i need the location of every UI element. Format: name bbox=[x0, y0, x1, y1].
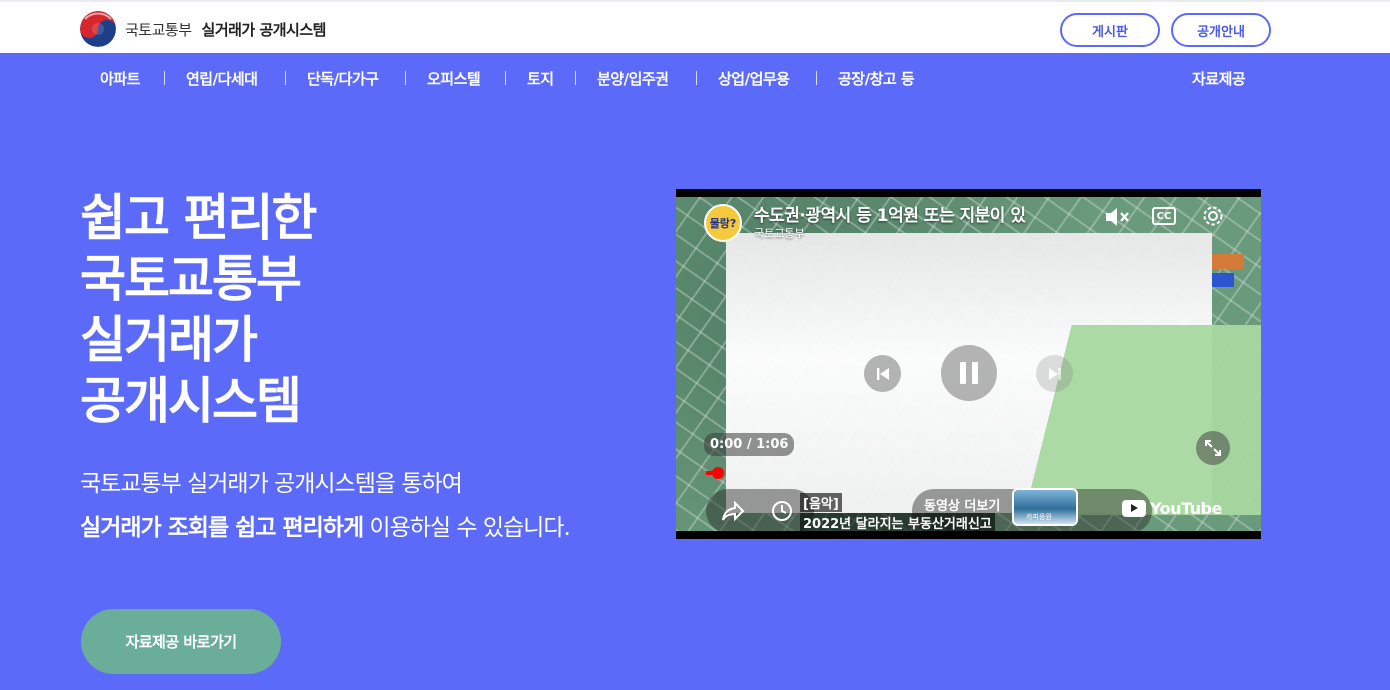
channel-avatar[interactable]: 물랑? bbox=[704, 204, 742, 242]
youtube-wordmark: YouTube bbox=[1150, 499, 1222, 518]
previous-button[interactable] bbox=[864, 355, 901, 392]
nav-item-factory[interactable]: 공장/창고 등 bbox=[838, 68, 915, 89]
share-icon[interactable] bbox=[720, 499, 746, 523]
caption-line-1: [음악] bbox=[800, 493, 842, 512]
settings-gear-icon[interactable] bbox=[1200, 203, 1226, 229]
nav-divider bbox=[575, 71, 576, 85]
progress-scrubber-handle[interactable] bbox=[712, 467, 724, 479]
hero-desc-line2: 실거래가 조회를 쉽고 편리하게 이용하실 수 있습니다. bbox=[80, 506, 571, 550]
related-video-thumbnail[interactable]: 카피응원 bbox=[1012, 488, 1078, 526]
cc-icon[interactable]: CC bbox=[1152, 207, 1176, 225]
video-blue-block bbox=[1212, 273, 1234, 287]
nav-item-rowhouse[interactable]: 연립/다세대 bbox=[186, 68, 258, 89]
nav-divider bbox=[696, 71, 697, 85]
time-display: 0:00 / 1:06 bbox=[704, 433, 795, 456]
video-orange-block bbox=[1212, 254, 1244, 269]
nav-item-officetel[interactable]: 오피스텔 bbox=[427, 68, 481, 89]
main-nav: 아파트 연립/다세대 단독/다가구 오피스텔 토지 분양/입주권 상업/업무용 … bbox=[0, 53, 1390, 101]
youtube-logo-icon[interactable]: YouTube bbox=[1122, 499, 1222, 518]
hero-desc-emphasis: 실거래가 조회를 쉽고 편리하게 bbox=[80, 515, 364, 541]
taegeuk-emblem-icon bbox=[80, 11, 116, 47]
ministry-name: 국토교통부 bbox=[125, 20, 192, 39]
more-videos-button[interactable]: 동영상 더보기 bbox=[924, 495, 1000, 514]
youtube-play-box-icon bbox=[1122, 500, 1146, 517]
hero-title-line: 공개시스템 bbox=[80, 372, 302, 430]
nav-item-data-provision[interactable]: 자료제공 bbox=[1192, 68, 1246, 89]
video-frame[interactable]: 물랑? 수도권·광역시 등 1억원 또는 지분이 있 국토교통부 CC 0:00… bbox=[676, 197, 1261, 531]
previous-icon bbox=[876, 367, 889, 380]
top-header: 국토교통부 실거래가 공개시스템 게시판 공개안내 bbox=[0, 0, 1390, 53]
board-button[interactable]: 게시판 bbox=[1060, 13, 1160, 47]
watch-later-clock-icon[interactable] bbox=[770, 499, 794, 523]
video-title[interactable]: 수도권·광역시 등 1억원 또는 지분이 있 bbox=[754, 201, 1026, 226]
nav-item-apartment[interactable]: 아파트 bbox=[100, 68, 140, 89]
hero-title-line: 국토교통부 bbox=[80, 250, 302, 308]
hero-desc-rest: 이용하실 수 있습니다. bbox=[363, 515, 570, 541]
pause-button[interactable] bbox=[941, 345, 997, 401]
hero-title: 쉽고 편리한 국토교통부 실거래가 공개시스템 bbox=[80, 188, 317, 432]
next-icon bbox=[1048, 367, 1061, 380]
nav-divider bbox=[285, 71, 286, 85]
youtube-video-player[interactable]: 물랑? 수도권·광역시 등 1억원 또는 지분이 있 국토교통부 CC 0:00… bbox=[676, 189, 1261, 539]
nav-divider bbox=[405, 71, 406, 85]
disclosure-guide-button[interactable]: 공개안내 bbox=[1171, 13, 1271, 47]
mute-icon[interactable] bbox=[1104, 204, 1132, 230]
hero-title-line: 실거래가 bbox=[80, 311, 258, 369]
nav-divider bbox=[816, 71, 817, 85]
fullscreen-icon[interactable] bbox=[1196, 431, 1230, 465]
nav-divider bbox=[164, 71, 165, 85]
site-title: 실거래가 공개시스템 bbox=[201, 20, 327, 39]
nav-item-commercial[interactable]: 상업/업무용 bbox=[718, 68, 790, 89]
thumbnail-caption: 카피응원 bbox=[1026, 513, 1052, 521]
ministry-logo[interactable]: 국토교통부 실거래가 공개시스템 bbox=[80, 11, 326, 47]
hero-desc-line1: 국토교통부 실거래가 공개시스템을 통하여 bbox=[80, 471, 463, 497]
nav-divider bbox=[505, 71, 506, 85]
hero-title-line: 쉽고 편리한 bbox=[80, 189, 317, 247]
data-provision-shortcut-button[interactable]: 자료제공 바로가기 bbox=[81, 609, 281, 674]
hero-description: 국토교통부 실거래가 공개시스템을 통하여 실거래가 조회를 쉽고 편리하게 이… bbox=[80, 462, 571, 550]
pause-icon bbox=[960, 362, 978, 384]
video-channel-name[interactable]: 국토교통부 bbox=[754, 225, 805, 241]
next-button[interactable] bbox=[1036, 355, 1073, 392]
nav-item-detached[interactable]: 단독/다가구 bbox=[307, 68, 379, 89]
nav-item-presale[interactable]: 분양/입주권 bbox=[597, 68, 669, 89]
nav-item-land[interactable]: 토지 bbox=[527, 68, 554, 89]
caption-line-2: 2022년 달라지는 부동산거래신고 bbox=[800, 513, 995, 531]
